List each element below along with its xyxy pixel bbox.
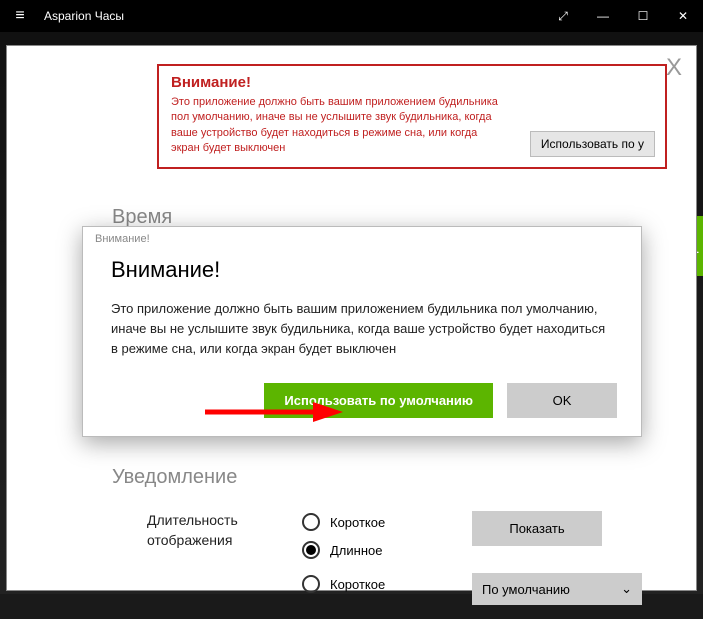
warning-banner-button[interactable]: Использовать по у bbox=[530, 131, 655, 157]
settings-modal: X Внимание! Это приложение должно быть в… bbox=[6, 45, 697, 591]
hamburger-icon[interactable]: ≡ bbox=[0, 7, 40, 25]
radio-short[interactable]: Короткое bbox=[302, 513, 472, 531]
notification-settings: Длительность отображения Короткое Длинно… bbox=[112, 501, 651, 619]
title-bar: ≡ Asparion Часы ⤢ — ☐ ✕ bbox=[0, 0, 703, 32]
app-title: Asparion Часы bbox=[40, 9, 543, 23]
use-default-button[interactable]: Использовать по умолчанию bbox=[264, 383, 493, 418]
radio-short-2[interactable]: Короткое bbox=[302, 575, 472, 593]
dialog-text: Это приложение должно быть вашим приложе… bbox=[111, 299, 613, 359]
fullscreen-icon[interactable]: ⤢ bbox=[543, 0, 583, 32]
maximize-button[interactable]: ☐ bbox=[623, 0, 663, 32]
notification-duration-row: Длительность отображения Короткое Длинно… bbox=[112, 501, 651, 573]
warning-banner-title: Внимание! bbox=[171, 74, 653, 91]
warning-banner: Внимание! Это приложение должно быть ваш… bbox=[157, 64, 667, 169]
dropdown-value: По умолчанию bbox=[482, 582, 570, 597]
radio-icon bbox=[302, 541, 320, 559]
duration-label: Длительность отображения bbox=[147, 511, 302, 550]
close-button[interactable]: ✕ bbox=[663, 0, 703, 32]
radio-icon bbox=[302, 513, 320, 531]
chevron-down-icon: ⌄ bbox=[621, 581, 632, 597]
radio-icon bbox=[302, 575, 320, 593]
ok-button[interactable]: OK bbox=[507, 383, 617, 418]
radio-short-2-label: Короткое bbox=[330, 577, 385, 592]
radio-short-label: Короткое bbox=[330, 515, 385, 530]
notification-sound-row: Короткое По умолчанию ⌄ bbox=[112, 573, 651, 619]
minimize-button[interactable]: — bbox=[583, 0, 623, 32]
radio-long-label: Длинное bbox=[330, 543, 382, 558]
warning-banner-text: Это приложение должно быть вашим приложе… bbox=[171, 95, 501, 157]
sound-dropdown[interactable]: По умолчанию ⌄ bbox=[472, 573, 642, 605]
show-button[interactable]: Показать bbox=[472, 511, 602, 546]
dialog-title: Внимание! bbox=[111, 257, 613, 283]
dialog-caption: Внимание! bbox=[83, 227, 641, 245]
radio-long[interactable]: Длинное bbox=[302, 541, 472, 559]
section-notification-title: Уведомление bbox=[112, 466, 237, 489]
close-icon[interactable]: X bbox=[666, 54, 682, 82]
attention-dialog: Внимание! Внимание! Это приложение должн… bbox=[82, 226, 642, 437]
